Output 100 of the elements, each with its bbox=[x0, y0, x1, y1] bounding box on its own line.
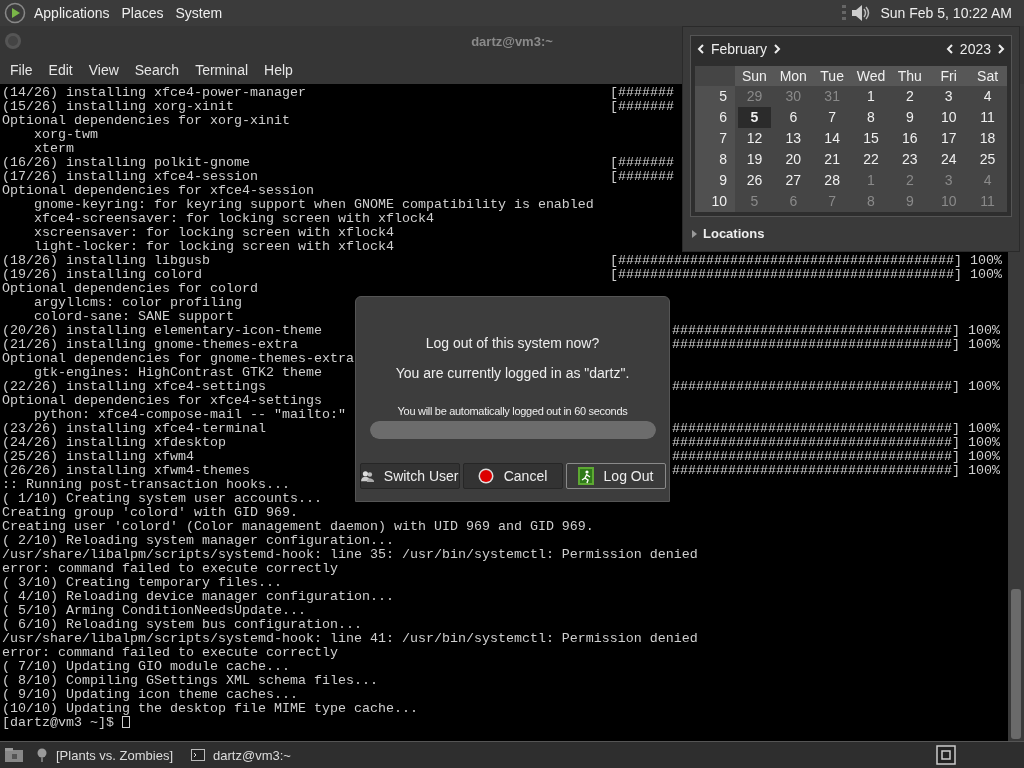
calendar-day[interactable]: 7 bbox=[815, 107, 849, 128]
calendar-day[interactable]: 24 bbox=[932, 149, 966, 170]
terminal-line: argyllcms: color profiling bbox=[33, 296, 242, 310]
calendar-year: 2023 bbox=[959, 41, 991, 57]
scroll-thumb[interactable] bbox=[1011, 589, 1021, 739]
calendar-day[interactable]: 21 bbox=[815, 149, 849, 170]
terminal-line: xfce4-screensaver: for locking screen with xflock4 bbox=[33, 212, 434, 226]
calendar-day[interactable]: 27 bbox=[776, 170, 810, 191]
terminal-line: (24/26) installing xfdesktop bbox=[2, 436, 226, 450]
window-title: dartz@vm3:~ bbox=[471, 33, 553, 49]
calendar-day[interactable]: 18 bbox=[971, 128, 1004, 149]
locations-expander[interactable]: Locations bbox=[690, 217, 1012, 250]
terminal-line: (16/26) installing polkit-gnome bbox=[2, 156, 250, 170]
calendar-day[interactable]: 5 bbox=[738, 107, 771, 128]
terminal-line: Optional dependencies for xorg-xinit bbox=[2, 114, 290, 128]
calendar-day[interactable]: 8 bbox=[854, 107, 888, 128]
calendar-day[interactable]: 19 bbox=[738, 149, 771, 170]
taskbar-button[interactable]: [Plants vs. Zombies] bbox=[30, 745, 180, 765]
terminal-line: ( 8/10) Compiling GSettings XML schema files... bbox=[2, 674, 378, 688]
countdown-text: You will be automatically logged out in 60 seconds bbox=[397, 405, 628, 417]
progress-text: ###################################] 100% bbox=[672, 450, 1000, 464]
calendar-day[interactable]: 28 bbox=[815, 170, 849, 191]
calendar-day[interactable]: 22 bbox=[854, 149, 888, 170]
menu-item[interactable]: File bbox=[2, 62, 41, 78]
calendar-day[interactable]: 12 bbox=[738, 128, 771, 149]
chevron-right-icon[interactable] bbox=[997, 44, 1005, 54]
calendar-day[interactable]: 9 bbox=[893, 107, 927, 128]
panel-menu[interactable]: Places bbox=[117, 5, 168, 21]
progress-text: [####### bbox=[610, 100, 674, 114]
terminal-line: /usr/share/libalpm/scripts/systemd-hook: line 35: /usr/bin/systemctl: Permission denied bbox=[2, 548, 698, 562]
calendar-day[interactable]: 10 bbox=[932, 107, 966, 128]
dialog-button[interactable]: Cancel bbox=[462, 463, 563, 489]
calendar-day[interactable]: 1 bbox=[854, 86, 888, 107]
terminal-line: (18/26) installing libgusb bbox=[2, 254, 210, 268]
calendar-day[interactable]: 15 bbox=[854, 128, 888, 149]
panel-menu[interactable]: Applications bbox=[30, 5, 114, 21]
calendar-day[interactable]: 25 bbox=[971, 149, 1004, 170]
dialog-message: You are currently logged in as "dartz". bbox=[395, 365, 630, 381]
menu-item[interactable]: Terminal bbox=[187, 62, 257, 78]
terminal-line: ( 5/10) Arming ConditionNeedsUpdate... bbox=[2, 604, 306, 618]
calendar-day[interactable]: 4 bbox=[971, 86, 1004, 107]
progress-text: ###################################] 100% bbox=[672, 464, 1000, 478]
week-number: 8 bbox=[695, 149, 735, 170]
terminal-line: (23/26) installing xfce4-terminal bbox=[2, 422, 266, 436]
weekday-header: Thu bbox=[890, 66, 930, 86]
menu-item[interactable]: Search bbox=[126, 62, 188, 78]
weekday-header: Sun bbox=[735, 66, 774, 86]
terminal-line: ( 7/10) Updating GIO module cache... bbox=[2, 660, 290, 674]
terminal-line: :: Running post-transaction hooks... bbox=[2, 478, 290, 492]
chevron-left-icon[interactable] bbox=[697, 44, 705, 54]
calendar-day[interactable]: 16 bbox=[893, 128, 927, 149]
workspace-switcher-icon[interactable] bbox=[936, 745, 956, 765]
chevron-right-icon[interactable] bbox=[773, 44, 782, 54]
terminal-line: ( 1/10) Creating system user accounts... bbox=[2, 492, 322, 506]
terminal-line: colord-sane: SANE support bbox=[33, 310, 234, 324]
calendar-day[interactable]: 11 bbox=[971, 107, 1004, 128]
menu-item[interactable]: View bbox=[80, 62, 127, 78]
handle-icon[interactable] bbox=[842, 3, 847, 23]
calendar-day[interactable]: 23 bbox=[893, 149, 927, 170]
calendar-day[interactable]: 2 bbox=[893, 86, 927, 107]
terminal-line: Optional dependencies for xfce4-settings bbox=[2, 394, 322, 408]
menu-item[interactable]: Help bbox=[256, 62, 301, 78]
exit-icon bbox=[577, 467, 594, 485]
progress-text: [####### bbox=[610, 170, 674, 184]
show-desktop-icon[interactable] bbox=[4, 747, 24, 763]
progress-text: ###################################] 100% bbox=[672, 324, 1000, 338]
progress-text: ###################################] 100% bbox=[672, 380, 1000, 394]
terminal-line: Creating group 'colord' with GID 969. bbox=[2, 506, 298, 520]
users-icon bbox=[360, 468, 374, 484]
menu-item[interactable]: Edit bbox=[40, 62, 81, 78]
chevron-left-icon[interactable] bbox=[945, 44, 954, 54]
progress-text: [####### bbox=[610, 86, 674, 100]
week-number: 10 bbox=[695, 191, 735, 212]
calendar-day[interactable]: 17 bbox=[932, 128, 966, 149]
calendar-day[interactable]: 13 bbox=[776, 128, 810, 149]
clock[interactable]: Sun Feb 5, 10:22 AM bbox=[876, 5, 1020, 21]
calendar-day[interactable]: 26 bbox=[738, 170, 771, 191]
calendar-day[interactable]: 14 bbox=[815, 128, 849, 149]
terminal-line: ( 9/10) Updating icon theme caches... bbox=[2, 688, 298, 702]
dialog-button[interactable]: Log Out bbox=[565, 463, 666, 489]
terminal-line: (26/26) installing xfwm4-themes bbox=[2, 464, 250, 478]
progress-text: [##########################################] 100% bbox=[610, 268, 1002, 282]
terminal-line: ( 2/10) Reloading system manager configuration... bbox=[2, 534, 394, 548]
weekday-header: Fri bbox=[929, 66, 969, 86]
terminal-line: xscreensaver: for locking screen with xflock4 bbox=[33, 226, 394, 240]
progress-text: ###################################] 100% bbox=[672, 338, 1000, 352]
taskbar-button[interactable]: dartz@vm3:~ bbox=[185, 745, 297, 765]
calendar-day[interactable]: 20 bbox=[776, 149, 810, 170]
terminal-line: (17/26) installing xfce4-session bbox=[2, 170, 258, 184]
terminal-line: Optional dependencies for xfce4-session bbox=[2, 184, 314, 198]
progress-text: [##########################################] 100% bbox=[610, 254, 1002, 268]
calendar-day[interactable]: 6 bbox=[776, 107, 810, 128]
terminal-line: gtk-engines: HighContrast GTK2 theme bbox=[33, 366, 322, 380]
terminal-line: error: command failed to execute correctly bbox=[2, 562, 338, 576]
dialog-button[interactable]: Switch User bbox=[359, 463, 460, 489]
progress-text: [####### bbox=[610, 156, 674, 170]
panel-menu[interactable]: System bbox=[171, 5, 227, 21]
terminal-line: (22/26) installing xfce4-settings bbox=[2, 380, 266, 394]
calendar-day[interactable]: 3 bbox=[932, 86, 966, 107]
dialog-question: Log out of this system now? bbox=[425, 335, 600, 351]
